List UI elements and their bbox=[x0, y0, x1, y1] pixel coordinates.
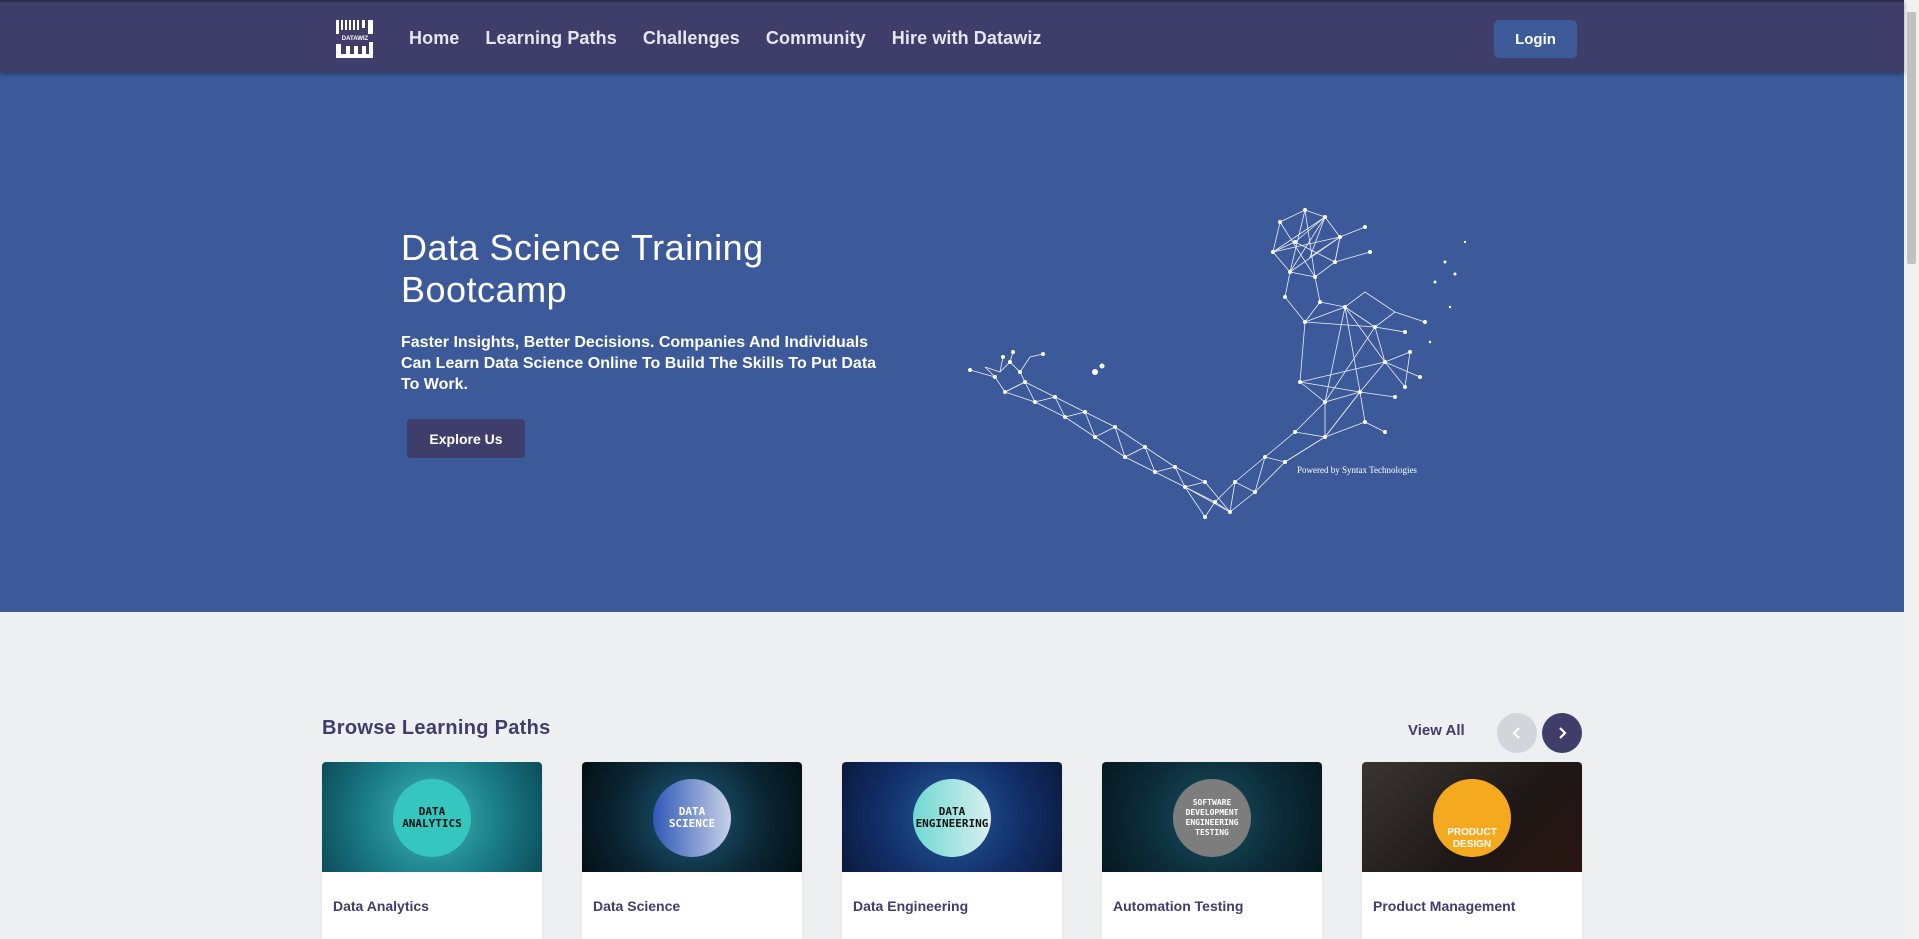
nav-home[interactable]: Home bbox=[409, 28, 459, 49]
explore-us-button[interactable]: Explore Us bbox=[407, 419, 525, 458]
card-title: Product Management bbox=[1373, 898, 1516, 914]
svg-text:DATAWIZ: DATAWIZ bbox=[342, 36, 369, 42]
card-badge: PRODUCT DESIGN bbox=[1433, 779, 1511, 857]
card-thumbnail: DATA ANALYTICS bbox=[322, 762, 542, 872]
learning-path-cards: DATA ANALYTICS Data Analytics DATA SCIEN… bbox=[322, 762, 1582, 939]
card-thumbnail: DATA SCIENCE bbox=[582, 762, 802, 872]
nav-challenges[interactable]: Challenges bbox=[643, 28, 740, 49]
card-thumbnail: PRODUCT DESIGN bbox=[1362, 762, 1582, 872]
card-thumbnail: SOFTWARE DEVELOPMENT ENGINEERING TESTING bbox=[1102, 762, 1322, 872]
card-badge: DATA ANALYTICS bbox=[393, 779, 471, 857]
page-scrollbar[interactable] bbox=[1904, 0, 1919, 939]
hero-title: Data Science Training Bootcamp bbox=[401, 227, 764, 310]
learning-path-card-data-analytics[interactable]: DATA ANALYTICS Data Analytics bbox=[322, 762, 542, 939]
learning-path-card-automation-testing[interactable]: SOFTWARE DEVELOPMENT ENGINEERING TESTING… bbox=[1102, 762, 1322, 939]
browse-learning-paths-title: Browse Learning Paths bbox=[322, 717, 551, 739]
carousel-prev-button[interactable] bbox=[1497, 713, 1537, 753]
learning-path-card-data-science[interactable]: DATA SCIENCE Data Science bbox=[582, 762, 802, 939]
hero-section: Data Science Training Bootcamp Faster In… bbox=[0, 72, 1904, 612]
nav-hire-with-datawiz[interactable]: Hire with Datawiz bbox=[892, 28, 1042, 49]
learning-path-card-data-engineering[interactable]: DATA ENGINEERING Data Engineering bbox=[842, 762, 1062, 939]
view-all-link[interactable]: View All bbox=[1408, 722, 1465, 739]
card-badge: SOFTWARE DEVELOPMENT ENGINEERING TESTING bbox=[1173, 779, 1251, 857]
top-navbar: DATAWIZ Home Learning Paths Challenges C… bbox=[0, 0, 1904, 72]
chevron-right-icon bbox=[1559, 727, 1567, 739]
nav-learning-paths[interactable]: Learning Paths bbox=[485, 28, 616, 49]
card-title: Data Analytics bbox=[333, 898, 429, 914]
network-figure-illustration bbox=[968, 208, 1467, 519]
card-title: Data Science bbox=[593, 898, 681, 914]
powered-by-text: Powered by Syntax Technologies bbox=[1297, 465, 1417, 475]
carousel-next-button[interactable] bbox=[1542, 713, 1582, 753]
learning-path-card-product-management[interactable]: PRODUCT DESIGN Product Management bbox=[1362, 762, 1582, 939]
login-button[interactable]: Login bbox=[1494, 20, 1577, 58]
card-title: Data Engineering bbox=[853, 898, 969, 914]
card-badge: DATA SCIENCE bbox=[653, 779, 731, 857]
card-badge: DATA ENGINEERING bbox=[913, 779, 991, 857]
datawiz-logo[interactable]: DATAWIZ bbox=[334, 18, 376, 60]
nav-community[interactable]: Community bbox=[766, 28, 866, 49]
scrollbar-thumb[interactable] bbox=[1907, 12, 1916, 264]
card-thumbnail: DATA ENGINEERING bbox=[842, 762, 1062, 872]
main-nav: Home Learning Paths Challenges Community… bbox=[409, 2, 1042, 74]
chevron-left-icon bbox=[1512, 727, 1520, 739]
hero-subtitle: Faster Insights, Better Decisions. Compa… bbox=[401, 334, 877, 393]
card-title: Automation Testing bbox=[1113, 898, 1244, 914]
